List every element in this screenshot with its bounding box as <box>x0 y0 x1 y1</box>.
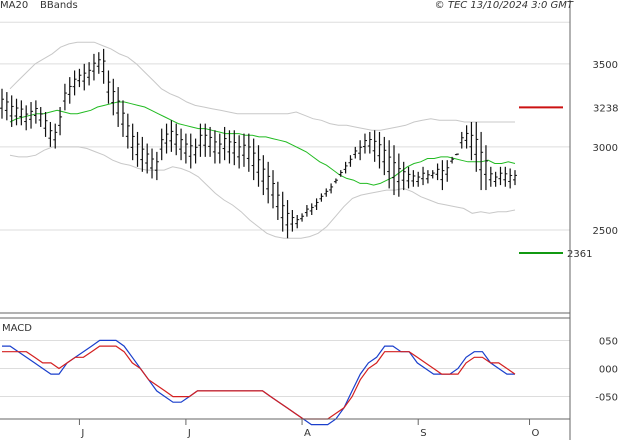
y-tick-label: 2500 <box>593 226 618 237</box>
legend-ma20-label: MA20 <box>0 0 28 11</box>
macd-y-tick-label: 050 <box>599 336 618 347</box>
y-tick-label: 3500 <box>593 60 618 71</box>
macd-y-tick-label: 000 <box>599 365 618 376</box>
signal-line <box>2 345 516 420</box>
stock-chart: 3238 2361 3500 3000 2500 050 000 -050 J J A S O MA2… <box>0 0 627 440</box>
resistance-label: 3238 <box>593 103 618 114</box>
legend-bbands-label: BBands <box>40 0 78 11</box>
x-tick-label: S <box>420 428 426 439</box>
macd-y-tick-label: -050 <box>595 393 618 404</box>
x-tick-label: J <box>80 428 84 439</box>
support-label: 2361 <box>567 249 592 260</box>
y-tick-label: 3000 <box>593 143 618 154</box>
macd-line <box>2 339 515 426</box>
bband-lower-line <box>9 146 516 239</box>
ma20-line <box>9 101 516 186</box>
copyright-label: © TEC 13/10/2024 3:0 GMT <box>435 0 574 11</box>
chart-canvas: 3238 2361 3500 3000 2500 050 000 -050 J J A S O MA2… <box>0 0 618 440</box>
macd-panel-title: MACD <box>2 323 32 334</box>
x-tick-label: O <box>532 428 540 439</box>
x-tick-label: J <box>187 428 191 439</box>
x-tick-label: A <box>304 428 311 439</box>
bband-upper-line <box>9 41 515 131</box>
